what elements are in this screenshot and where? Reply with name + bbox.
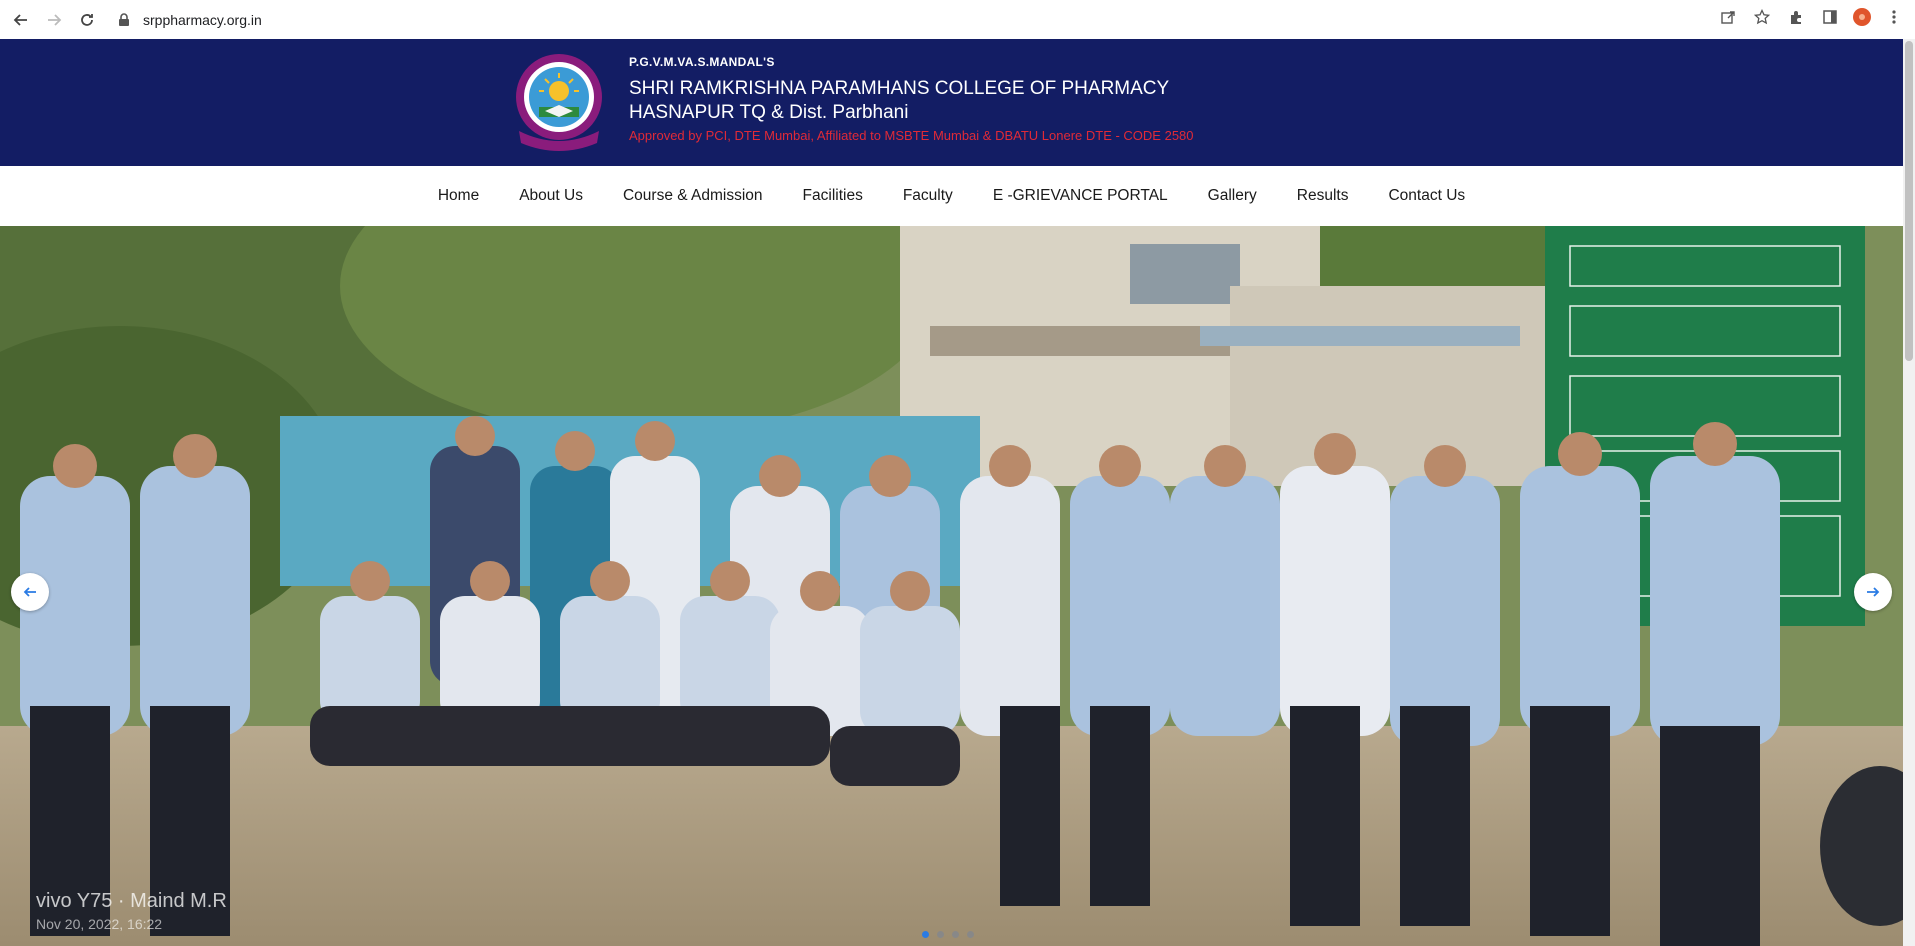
browser-toolbar: srppharmacy.org.in	[0, 0, 1915, 40]
star-icon[interactable]	[1751, 6, 1773, 28]
slider-dot-4[interactable]	[967, 931, 974, 938]
slider-dot-1[interactable]	[922, 931, 929, 938]
photo-timestamp: Nov 20, 2022, 16:22	[36, 916, 163, 932]
group-photo	[0, 226, 1903, 946]
reload-icon[interactable]	[75, 8, 99, 32]
lock-icon[interactable]	[117, 12, 131, 27]
back-icon[interactable]	[9, 8, 33, 32]
arrow-left-icon	[23, 587, 36, 597]
nav-course-admission[interactable]: Course & Admission	[623, 187, 763, 205]
college-name-line2: HASNAPUR TQ & Dist. Parbhani	[629, 102, 909, 123]
nav-contact-us[interactable]: Contact Us	[1388, 187, 1465, 205]
slider-dots	[922, 931, 974, 938]
nav-faculty[interactable]: Faculty	[903, 187, 953, 205]
nav-home[interactable]: Home	[438, 187, 479, 205]
site-header: P.G.V.M.VA.S.MANDAL'S SHRI RAMKRISHNA PA…	[0, 39, 1903, 166]
extensions-icon[interactable]	[1785, 6, 1807, 28]
page-scrollbar[interactable]	[1903, 39, 1915, 946]
url-text[interactable]: srppharmacy.org.in	[143, 12, 262, 28]
college-name-line1: SHRI RAMKRISHNA PARAMHANS COLLEGE OF PHA…	[629, 78, 1170, 99]
profile-icon[interactable]	[1853, 8, 1871, 26]
slider-next-button[interactable]	[1854, 573, 1892, 611]
scrollbar-thumb[interactable]	[1905, 41, 1913, 361]
nav-e-grievance-portal[interactable]: E -GRIEVANCE PORTAL	[993, 187, 1168, 205]
share-icon[interactable]	[1717, 6, 1739, 28]
slider-prev-button[interactable]	[11, 573, 49, 611]
main-nav: Home About Us Course & Admission Facilit…	[0, 166, 1903, 226]
hero-slider: vivo Y75 · Maind M.R Nov 20, 2022, 16:22	[0, 226, 1903, 946]
nav-gallery[interactable]: Gallery	[1208, 187, 1257, 205]
photo-watermark: vivo Y75 · Maind M.R	[36, 890, 227, 912]
mandal-name: P.G.V.M.VA.S.MANDAL'S	[629, 55, 775, 69]
college-logo[interactable]	[509, 51, 609, 151]
sidebar-icon[interactable]	[1819, 6, 1841, 28]
nav-results[interactable]: Results	[1297, 187, 1349, 205]
address-bar[interactable]: srppharmacy.org.in	[117, 6, 262, 34]
arrow-right-icon	[1867, 587, 1880, 597]
nav-facilities[interactable]: Facilities	[803, 187, 863, 205]
slider-dot-2[interactable]	[937, 931, 944, 938]
menu-dots-icon[interactable]	[1883, 6, 1905, 28]
slider-dot-3[interactable]	[952, 931, 959, 938]
forward-icon[interactable]	[42, 8, 66, 32]
approval-text: Approved by PCI, DTE Mumbai, Affiliated …	[629, 128, 1194, 143]
college-name: SHRI RAMKRISHNA PARAMHANS COLLEGE OF PHA…	[629, 77, 1169, 125]
nav-about-us[interactable]: About Us	[519, 187, 583, 205]
